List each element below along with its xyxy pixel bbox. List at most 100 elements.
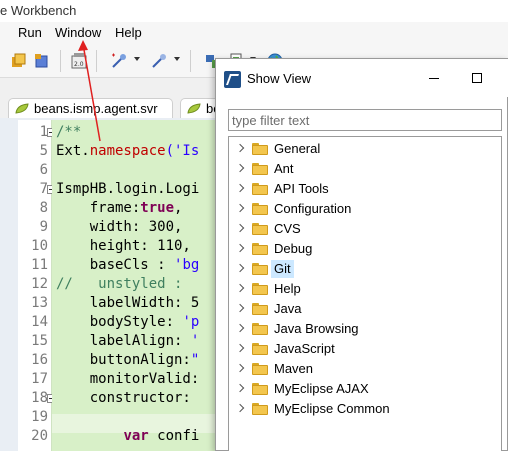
folder-icon — [252, 223, 268, 235]
code-token: height: 110, — [56, 238, 191, 254]
tree-item-myeclipse-ajax[interactable]: MyEclipse AJAX — [229, 379, 501, 399]
line-number: 8 — [39, 200, 48, 216]
minimize-icon[interactable] — [429, 78, 439, 79]
tree-item-cvs[interactable]: CVS — [229, 219, 501, 239]
tree-item-label: Java — [274, 301, 302, 316]
tree-item-label: Java Browsing — [274, 321, 359, 336]
folder-icon — [252, 383, 268, 395]
chevron-right-icon[interactable] — [235, 403, 245, 413]
tree-item-general[interactable]: General — [229, 139, 501, 159]
chevron-right-icon[interactable] — [235, 223, 245, 233]
maximize-icon[interactable] — [472, 73, 482, 83]
chevron-right-icon[interactable] — [235, 163, 245, 173]
tree-item-configuration[interactable]: Configuration — [229, 199, 501, 219]
chevron-right-icon[interactable] — [235, 383, 245, 393]
tree-item-api-tools[interactable]: API Tools — [229, 179, 501, 199]
tree-item-help[interactable]: Help — [229, 279, 501, 299]
folder-icon — [252, 203, 268, 215]
tree-item-myeclipse-common[interactable]: MyEclipse Common — [229, 399, 501, 419]
tree-item-label: Ant — [274, 161, 294, 176]
tree-item-git[interactable]: Git — [229, 259, 501, 279]
code-token: var — [123, 428, 149, 444]
line-number: 12 — [31, 276, 48, 292]
tree-item-debug[interactable]: Debug — [229, 239, 501, 259]
dialog-title-bar: Show View — [216, 59, 508, 97]
chevron-right-icon[interactable] — [235, 183, 245, 193]
line-number: 17 — [31, 371, 48, 387]
chevron-right-icon[interactable] — [235, 263, 245, 273]
code-token: // unstyled : — [56, 276, 191, 292]
code-line: labelAlign: ' — [56, 332, 200, 351]
line-number: 14 — [31, 314, 48, 330]
code-token: " — [190, 352, 200, 368]
tree-item-maven[interactable]: Maven — [229, 359, 501, 379]
new-bean-icon[interactable] — [32, 52, 50, 70]
version-icon[interactable]: 2.0 — [70, 52, 88, 70]
tab-label: beans.ismp.agent.svr — [34, 101, 158, 116]
tab-be[interactable]: be — [180, 98, 220, 118]
tree-item-ant[interactable]: Ant — [229, 159, 501, 179]
menu-run[interactable]: Run — [18, 25, 42, 40]
tree-item-java-browsing[interactable]: Java Browsing — [229, 319, 501, 339]
chevron-right-icon[interactable] — [235, 203, 245, 213]
line-number: 20 — [31, 428, 48, 444]
chevron-right-icon[interactable] — [235, 323, 245, 333]
tree-item-label: MyEclipse Common — [274, 401, 390, 416]
line-number: 1 — [39, 124, 48, 140]
tree-item-java[interactable]: Java — [229, 299, 501, 319]
code-token: , — [174, 200, 183, 216]
chevron-right-icon[interactable] — [235, 303, 245, 313]
toolbar-separator — [190, 50, 191, 72]
tree-item-label: Maven — [274, 361, 314, 376]
run-tool-icon[interactable] — [110, 52, 128, 70]
deploy-tool-icon[interactable] — [150, 52, 168, 70]
folder-icon — [252, 323, 268, 335]
line-number: 5 — [39, 143, 48, 159]
folder-icon — [252, 283, 268, 295]
code-token: labelWidth: 5 — [56, 295, 200, 311]
line-number-gutter: 1 5 6 7 8 9 10 11 12 13 14 15 16 17 18 19 20 — [18, 120, 56, 451]
folder-icon — [252, 303, 268, 315]
tree-item-label: JavaScript — [274, 341, 335, 356]
chevron-right-icon[interactable] — [235, 243, 245, 253]
code-token: buttonAlign: — [56, 352, 191, 368]
chevron-right-icon[interactable] — [235, 143, 245, 153]
line-number: 18 — [31, 390, 48, 406]
chevron-right-icon[interactable] — [235, 363, 245, 373]
toolbar-separator — [60, 50, 61, 72]
chevron-right-icon[interactable] — [235, 283, 245, 293]
menu-window[interactable]: Window — [55, 25, 101, 40]
tree-item-javascript[interactable]: JavaScript — [229, 339, 501, 359]
new-package-icon[interactable] — [10, 52, 28, 70]
code-editor[interactable]: 1 5 6 7 8 9 10 11 12 13 14 15 16 17 18 19 20 /** Ext.name… — [18, 120, 218, 451]
view-tree: General Ant API Tools Configuration CVS Debug… — [228, 136, 502, 451]
code-token: confi — [148, 428, 200, 444]
leaf-file-icon — [187, 103, 201, 114]
code-token: 'p — [182, 314, 200, 330]
code-text-area[interactable]: /** Ext.namespace('Is IsmpHB.login.Logi fr… — [52, 120, 218, 451]
line-number: 13 — [31, 295, 48, 311]
deploy-tool-dropdown[interactable] — [174, 57, 180, 61]
code-line: bodyStyle: 'p — [56, 313, 200, 332]
code-token: width: 300, — [56, 219, 183, 235]
code-line: IsmpHB.login.Logi — [56, 180, 199, 199]
folder-icon — [252, 363, 268, 375]
code-line: buttonAlign:" — [56, 351, 200, 370]
run-tool-dropdown[interactable] — [134, 57, 140, 61]
menu-help[interactable]: Help — [115, 25, 142, 40]
code-token: baseCls : — [56, 257, 175, 273]
dialog-title: Show View — [247, 71, 312, 86]
toolbar-separator — [96, 50, 97, 72]
code-token: namespace — [89, 143, 166, 159]
code-line: var confi — [56, 427, 199, 446]
tree-item-label: Help — [274, 281, 301, 296]
chevron-right-icon[interactable] — [235, 343, 245, 353]
svg-text:2.0: 2.0 — [74, 61, 84, 68]
tree-item-label: Configuration — [274, 201, 352, 216]
code-line: labelWidth: 5 — [56, 294, 200, 313]
line-number: 16 — [31, 352, 48, 368]
folder-icon — [252, 183, 268, 195]
code-token: IsmpHB.login.Logi — [56, 181, 200, 197]
tab-beans-ismp-agent-svr[interactable]: beans.ismp.agent.svr — [8, 98, 173, 118]
filter-input[interactable] — [228, 109, 502, 131]
